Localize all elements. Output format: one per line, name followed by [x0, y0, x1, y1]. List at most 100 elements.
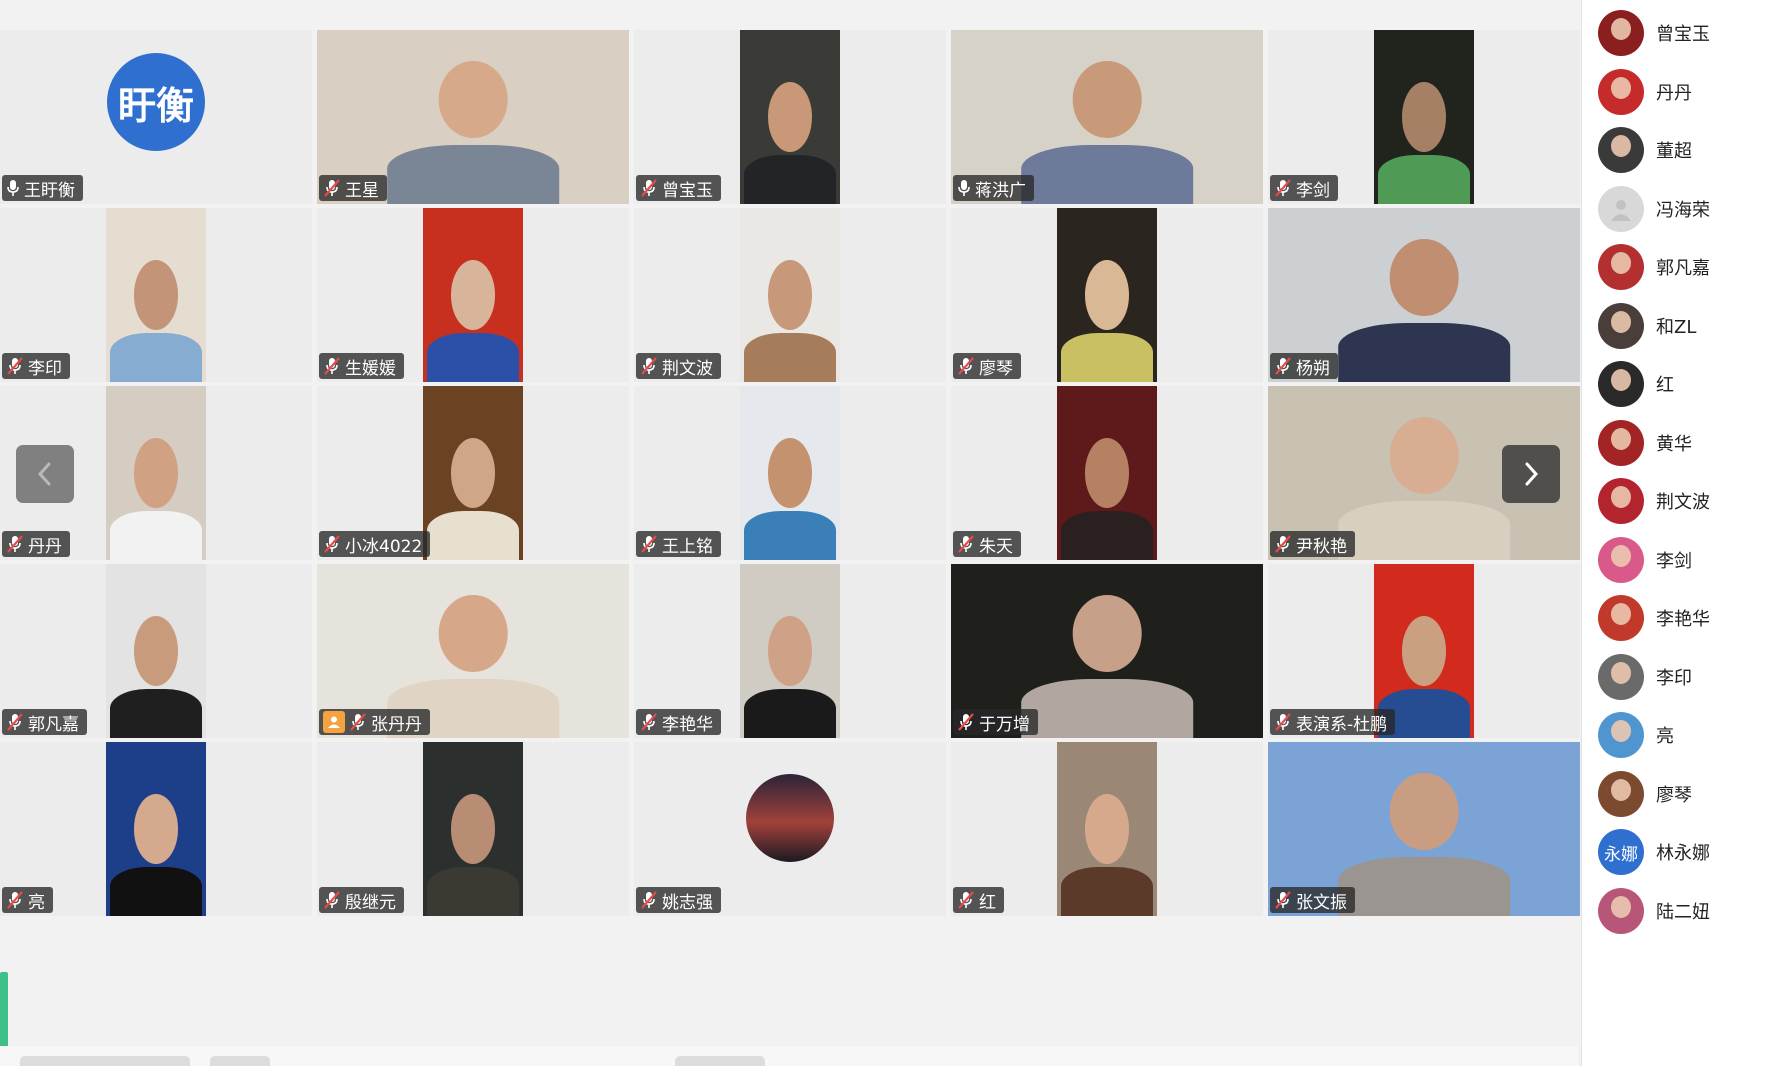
chevron-right-icon: [1525, 462, 1539, 486]
member-list-item[interactable]: 荆文波: [1598, 475, 1710, 527]
member-name: 李剑: [1656, 550, 1692, 572]
participant-tile[interactable]: 于万增: [951, 564, 1263, 738]
member-name: 亮: [1656, 726, 1674, 747]
participant-name: 王盱衡: [24, 180, 75, 201]
scrollbar-thumb[interactable]: [0, 972, 8, 1050]
member-list-item[interactable]: 冯海荣: [1598, 183, 1710, 235]
member-avatar: [1598, 653, 1644, 700]
person-head: [1389, 417, 1459, 494]
toolbar-tab[interactable]: [20, 1056, 190, 1066]
participant-video: [106, 386, 206, 560]
member-list-item[interactable]: 红: [1598, 358, 1674, 410]
person-body: [744, 155, 836, 204]
microphone-muted-icon: [641, 891, 657, 909]
participant-tile[interactable]: 荆文波: [634, 208, 946, 382]
participant-name: 廖琴: [979, 358, 1013, 379]
participant-name-label: 红: [953, 887, 1004, 913]
participant-tile[interactable]: 蒋洪广: [951, 30, 1263, 204]
previous-page-button[interactable]: [16, 445, 74, 503]
participant-tile[interactable]: 红: [951, 742, 1263, 916]
participant-video: [423, 208, 523, 382]
member-name: 林永娜: [1656, 843, 1710, 864]
toolbar-tab[interactable]: [675, 1056, 765, 1066]
participant-tile[interactable]: 李艳华: [634, 564, 946, 738]
member-list-item[interactable]: 郭凡嘉: [1598, 241, 1710, 293]
participant-name-label: 李剑: [1270, 175, 1338, 201]
person-head: [1085, 260, 1129, 330]
member-list-item[interactable]: 陆二妞: [1598, 885, 1710, 937]
member-list-item[interactable]: 丹丹: [1598, 66, 1692, 118]
participant-name-label: 朱天: [953, 531, 1021, 557]
participant-name-label: 李印: [2, 353, 70, 379]
participant-tile[interactable]: 郭凡嘉: [0, 564, 312, 738]
microphone-muted-icon: [1275, 535, 1291, 553]
member-list-item[interactable]: 廖琴: [1598, 768, 1692, 820]
participant-tile[interactable]: 王上铭: [634, 386, 946, 560]
person-body: [1021, 144, 1193, 204]
participant-video: [1057, 386, 1157, 560]
member-avatar-face: [1611, 603, 1631, 625]
person-head: [451, 794, 495, 864]
participant-tile[interactable]: 朱天: [951, 386, 1263, 560]
participant-tile[interactable]: 表演系-杜鹏: [1268, 564, 1580, 738]
participant-tile[interactable]: 李剑: [1268, 30, 1580, 204]
participant-tile[interactable]: 小冰4022: [317, 386, 629, 560]
person-head: [134, 616, 178, 686]
participant-name-label: 王盱衡: [2, 175, 83, 201]
member-avatar: [1598, 244, 1644, 290]
participant-name: 杨朔: [1296, 358, 1330, 379]
member-name: 丹丹: [1656, 82, 1692, 104]
member-avatar-face: [1611, 661, 1631, 684]
participant-name: 曾宝玉: [662, 180, 713, 201]
member-name: 董超: [1656, 141, 1692, 162]
member-name: 红: [1656, 375, 1674, 396]
participant-tile[interactable]: 殷继元: [317, 742, 629, 916]
participant-tile[interactable]: 李印: [0, 208, 312, 382]
person-body: [110, 689, 202, 738]
member-list-item[interactable]: 李印: [1598, 651, 1692, 703]
participant-tile[interactable]: 姚志强: [634, 742, 946, 916]
participant-video: [106, 742, 206, 916]
participant-tile[interactable]: 张丹丹: [317, 564, 629, 738]
participant-tile[interactable]: 王星: [317, 30, 629, 204]
participant-tile[interactable]: 曾宝玉: [634, 30, 946, 204]
member-list-item[interactable]: 李剑: [1598, 534, 1692, 586]
person-head: [768, 616, 812, 686]
participant-name-label: 张文振: [1270, 887, 1355, 913]
participant-video: [106, 208, 206, 382]
member-avatar: [1598, 68, 1644, 115]
microphone-muted-icon: [641, 535, 657, 553]
participant-tile[interactable]: 张文振: [1268, 742, 1580, 916]
member-list-item[interactable]: 董超: [1598, 124, 1692, 176]
member-list-item[interactable]: 亮: [1598, 709, 1674, 761]
toolbar-tab[interactable]: [210, 1056, 270, 1066]
participant-tile[interactable]: 生媛媛: [317, 208, 629, 382]
participant-tile[interactable]: 亮: [0, 742, 312, 916]
person-body: [110, 867, 202, 916]
member-avatar: [1598, 361, 1644, 407]
participant-name-label: 于万增: [953, 709, 1038, 735]
member-list-item[interactable]: 曾宝玉: [1598, 7, 1710, 59]
participant-name-label: 蒋洪广: [953, 175, 1034, 201]
member-avatar-face: [1611, 544, 1631, 567]
participant-video: [740, 564, 840, 738]
default-user-icon: [1611, 199, 1631, 221]
member-list-item[interactable]: 李艳华: [1598, 592, 1710, 644]
person-head: [1072, 61, 1142, 138]
microphone-muted-icon: [7, 713, 23, 731]
next-page-button[interactable]: [1502, 445, 1560, 503]
member-list-item[interactable]: 黄华: [1598, 417, 1692, 469]
participant-tile[interactable]: 杨朔: [1268, 208, 1580, 382]
member-avatar: [1598, 10, 1644, 56]
member-avatar: [1598, 185, 1644, 232]
participant-name: 李印: [28, 358, 62, 379]
participant-name-label: 王上铭: [636, 531, 721, 557]
member-avatar: [1598, 302, 1644, 349]
participant-tile[interactable]: 廖琴: [951, 208, 1263, 382]
microphone-muted-icon: [958, 357, 974, 375]
member-list-item[interactable]: 和ZL: [1598, 300, 1696, 352]
member-list-item[interactable]: 永娜 林永娜: [1598, 826, 1710, 878]
member-avatar-face: [1611, 76, 1631, 99]
participant-tile[interactable]: 盱衡 王盱衡: [0, 30, 312, 204]
participant-name: 尹秋艳: [1296, 536, 1347, 557]
